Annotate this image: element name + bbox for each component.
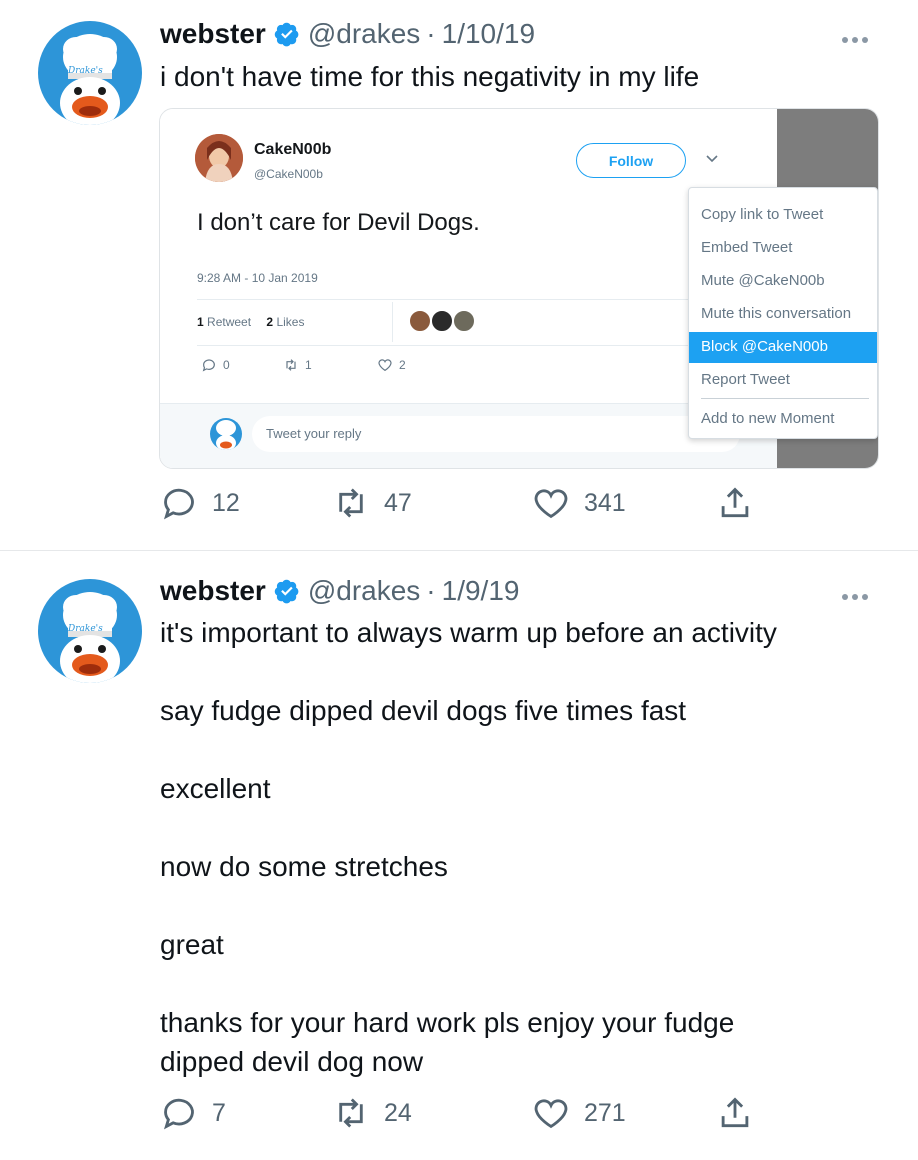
tweet-actions: 7 24 271 (160, 1093, 780, 1133)
tweet-paragraph: say fudge dipped devil dogs five times f… (160, 695, 687, 726)
like-button[interactable]: 341 (532, 483, 626, 523)
reply-icon (163, 1098, 194, 1130)
like-count: 341 (584, 488, 626, 517)
retweet-button[interactable]: 24 (332, 1093, 412, 1133)
embedded-tweet-text: I don’t care for Devil Dogs. (197, 209, 480, 236)
tweet-paragraph: i don't have time for this negativity in… (160, 61, 700, 92)
share-icon (721, 1097, 749, 1128)
tweet[interactable]: Drake's webster @drakes · 1/10/19 i don'… (0, 0, 918, 551)
share-button[interactable] (716, 483, 768, 523)
share-icon (721, 487, 749, 518)
tweet-header: webster @drakes · 1/10/19 (160, 16, 535, 52)
tweet-paragraph: now do some stretches (160, 851, 448, 882)
tweet-paragraph: thanks for your hard work pls enjoy your… (160, 1007, 735, 1077)
menu-item-copy-link: Copy link to Tweet (701, 206, 824, 223)
display-name[interactable]: webster (160, 18, 266, 50)
tweet-text: i don't have time for this negativity in… (160, 57, 699, 96)
tweet-header: webster @drakes · 1/9/19 (160, 573, 519, 609)
heart-icon (378, 359, 392, 372)
embedded-timestamp: 9:28 AM - 10 Jan 2019 (197, 271, 318, 285)
reply-count: 7 (212, 1098, 226, 1127)
follow-button: Follow (576, 143, 686, 178)
retweet-count: 1 (305, 358, 312, 372)
more-options-icon[interactable] (842, 587, 876, 600)
retweet-icon (286, 359, 296, 371)
tweet-date[interactable]: 1/9/19 (442, 575, 520, 607)
menu-caret (708, 177, 728, 187)
divider (392, 302, 393, 342)
liker-avatars (408, 309, 492, 335)
reply-count: 12 (212, 488, 240, 517)
menu-item-mute-user: Mute @CakeN00b (701, 272, 825, 289)
tweet-paragraph: great (160, 929, 224, 960)
tweet-date[interactable]: 1/10/19 (442, 18, 535, 50)
retweet-button[interactable]: 47 (332, 483, 412, 523)
retweet-count: 24 (384, 1098, 412, 1127)
embedded-tweet: CakeN00b @CakeN00b Follow I don’t care f… (160, 109, 777, 468)
like-button[interactable]: 271 (532, 1093, 626, 1133)
tweet-text: it's important to always warm up before … (160, 613, 800, 1081)
tweet-options-menu: Copy link to Tweet Embed Tweet Mute @Cak… (688, 187, 878, 439)
retweet-icon (339, 1098, 363, 1128)
retweet-count: 47 (384, 488, 412, 517)
separator-dot: · (426, 18, 436, 49)
reply-count: 0 (223, 358, 230, 372)
reply-icon (202, 359, 215, 372)
share-button[interactable] (716, 1093, 768, 1133)
tweet-paragraph: it's important to always warm up before … (160, 617, 777, 648)
tweet-paragraph: excellent (160, 773, 271, 804)
avatar[interactable]: Drake's (38, 21, 142, 125)
retweet-icon (339, 488, 363, 518)
separator-dot: · (426, 575, 436, 606)
tweet[interactable]: Drake's webster @drakes · 1/9/19 it's im… (0, 551, 918, 1160)
chevron-down-icon (706, 155, 718, 163)
liker-avatar (452, 309, 476, 333)
embedded-user-handle: @CakeN00b (254, 167, 323, 181)
reply-input: Tweet your reply (252, 416, 740, 452)
retweet-label: Retweet (207, 315, 252, 329)
reply-bar: Tweet your reply (160, 403, 777, 468)
heart-icon (534, 1099, 568, 1129)
liker-avatar (408, 309, 432, 333)
menu-item-report: Report Tweet (701, 371, 790, 388)
tweet-actions: 12 47 341 (160, 483, 780, 523)
embedded-reply: 0 (201, 357, 230, 373)
avatar-logo-text: Drake's (68, 624, 103, 634)
retweet-count: 1 (197, 315, 204, 329)
menu-item-mute-conversation: Mute this conversation (701, 305, 852, 322)
display-name[interactable]: webster (160, 575, 266, 607)
embedded-screenshot[interactable]: CakeN00b @CakeN00b Follow I don’t care f… (159, 108, 879, 469)
avatar[interactable]: Drake's (38, 579, 142, 683)
embedded-like: 2 (377, 357, 406, 373)
user-handle[interactable]: @drakes (308, 575, 420, 607)
reply-icon (163, 488, 194, 520)
like-label: Likes (276, 315, 305, 329)
menu-item-embed: Embed Tweet (701, 239, 793, 256)
reply-button[interactable]: 12 (160, 483, 240, 523)
divider (701, 398, 869, 399)
verified-badge-icon (274, 579, 299, 604)
embedded-stats: 1 Retweet 2 Likes (197, 315, 304, 329)
more-options-icon[interactable] (842, 30, 876, 43)
user-handle[interactable]: @drakes (308, 18, 420, 50)
heart-icon (534, 489, 568, 519)
menu-item-add-moment: Add to new Moment (701, 410, 835, 427)
verified-badge-icon (274, 22, 299, 47)
embedded-avatar (195, 134, 243, 182)
liker-avatar (430, 309, 454, 333)
avatar-logo-text: Drake's (68, 66, 103, 76)
like-count: 2 (266, 315, 274, 329)
menu-item-block: Block @CakeN00b (689, 332, 877, 363)
like-count: 271 (584, 1098, 626, 1127)
reply-button[interactable]: 7 (160, 1093, 226, 1133)
embedded-display-name: CakeN00b (254, 141, 332, 158)
embedded-retweet: 1 (283, 357, 312, 373)
like-count: 2 (399, 358, 406, 372)
reply-avatar (210, 418, 242, 450)
